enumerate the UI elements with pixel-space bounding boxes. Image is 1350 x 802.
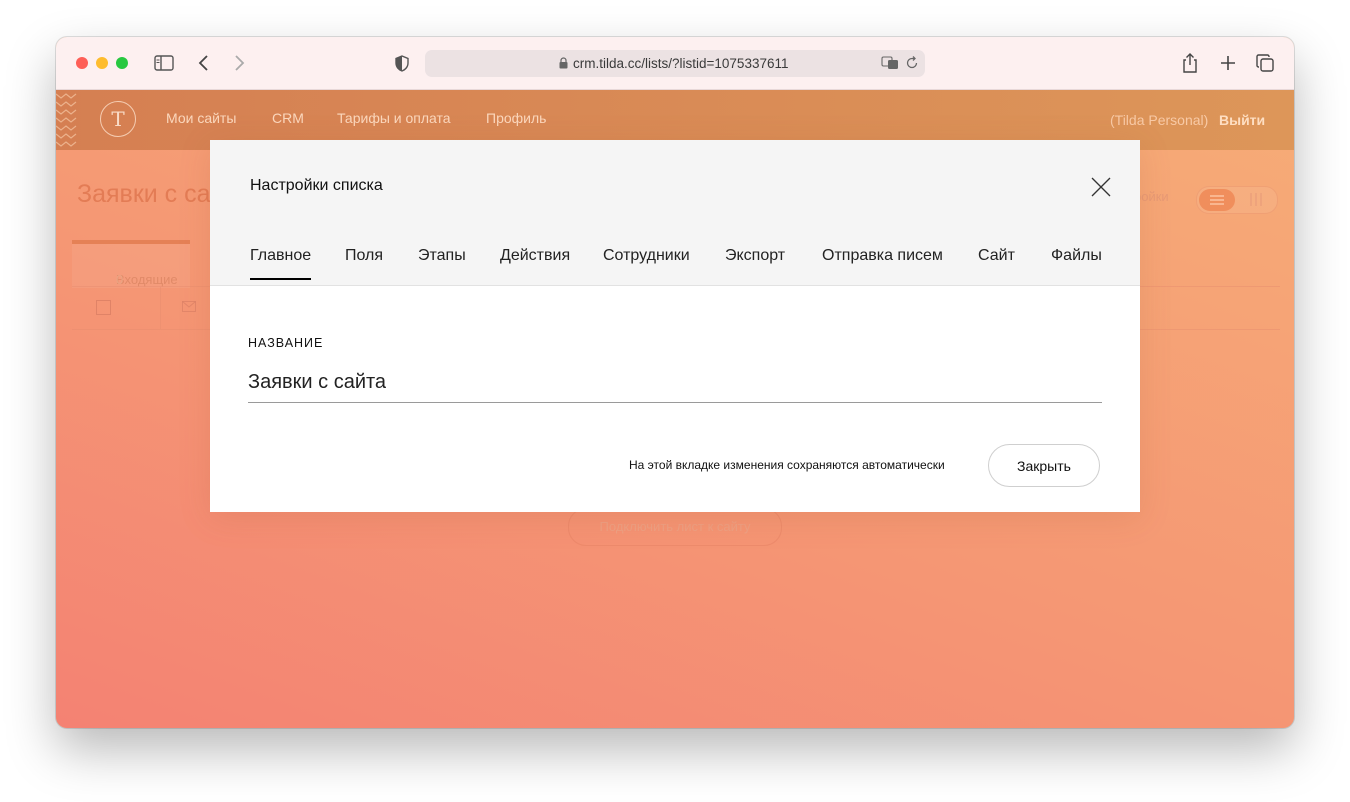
nav-item-crm[interactable]: CRM [272, 110, 304, 126]
back-icon[interactable] [194, 51, 214, 75]
close-icon[interactable] [1090, 176, 1112, 198]
incoming-tab-count: 0 [116, 272, 124, 287]
translate-icon[interactable] [881, 56, 899, 70]
minimize-window-button[interactable] [96, 57, 108, 69]
incoming-tab[interactable]: Входящие 0 [72, 240, 190, 288]
name-field[interactable] [248, 362, 1102, 403]
kanban-icon[interactable] [1249, 193, 1263, 206]
tab-actions[interactable]: Действия [500, 247, 570, 265]
tab-stages[interactable]: Этапы [418, 247, 466, 265]
list-icon [1210, 195, 1224, 205]
incoming-tab-label: Входящие [116, 272, 178, 287]
tilda-logo[interactable]: T [100, 101, 136, 137]
list-view-option[interactable] [1199, 189, 1235, 211]
logo-letter: T [111, 107, 125, 131]
tab-main[interactable]: Главное [250, 247, 312, 280]
name-field-label: НАЗВАНИЕ [248, 336, 324, 350]
list-title-background: Заявки с са [77, 180, 211, 208]
tab-files[interactable]: Файлы [1051, 247, 1102, 265]
autosave-note: На этой вкладке изменения сохраняются ав… [629, 458, 945, 472]
nav-item-profile[interactable]: Профиль [486, 110, 546, 126]
view-toggle[interactable] [1196, 186, 1278, 214]
modal-title: Настройки списка [250, 177, 383, 194]
tab-fields[interactable]: Поля [345, 247, 383, 265]
zoom-window-button[interactable] [116, 57, 128, 69]
tab-email-sending[interactable]: Отправка писем [822, 247, 943, 265]
share-icon[interactable] [1180, 51, 1200, 75]
url-text: crm.tilda.cc/lists/?listid=1075337611 [573, 56, 789, 71]
select-all-checkbox[interactable] [96, 300, 111, 315]
zigzag-decoration [56, 93, 77, 147]
logout-link[interactable]: Выйти [1219, 112, 1265, 128]
mail-icon [182, 301, 196, 312]
nav-item-my-sites[interactable]: Мои сайты [166, 110, 236, 126]
new-tab-icon[interactable] [1218, 51, 1238, 75]
plan-label: (Tilda Personal) [1110, 112, 1209, 128]
browser-toolbar: crm.tilda.cc/lists/?listid=1075337611 [56, 37, 1294, 90]
connect-sheet-button[interactable]: Подключить лист к сайту [568, 508, 782, 546]
tab-overview-icon[interactable] [1255, 51, 1275, 75]
tab-export[interactable]: Экспорт [725, 247, 785, 265]
list-settings-modal: Настройки списка Главное Поля Этапы Дейс… [210, 140, 1140, 512]
close-button[interactable]: Закрыть [988, 444, 1100, 487]
nav-item-tariffs[interactable]: Тарифы и оплата [337, 110, 451, 126]
tab-site[interactable]: Сайт [978, 247, 1015, 265]
lock-icon [559, 57, 568, 69]
sidebar-toggle-icon[interactable] [152, 51, 176, 75]
reload-icon[interactable] [905, 56, 919, 70]
modal-header: Настройки списка Главное Поля Этапы Дейс… [210, 140, 1140, 286]
page-content: T Мои сайты CRM Тарифы и оплата Профиль … [56, 90, 1294, 728]
tab-employees[interactable]: Сотрудники [603, 247, 690, 265]
forward-icon[interactable] [229, 51, 249, 75]
privacy-shield-icon[interactable] [392, 51, 412, 75]
address-bar[interactable]: crm.tilda.cc/lists/?listid=1075337611 [425, 50, 925, 77]
browser-window: crm.tilda.cc/lists/?listid=1075337611 T … [56, 37, 1294, 728]
column-divider [160, 287, 161, 329]
close-window-button[interactable] [76, 57, 88, 69]
